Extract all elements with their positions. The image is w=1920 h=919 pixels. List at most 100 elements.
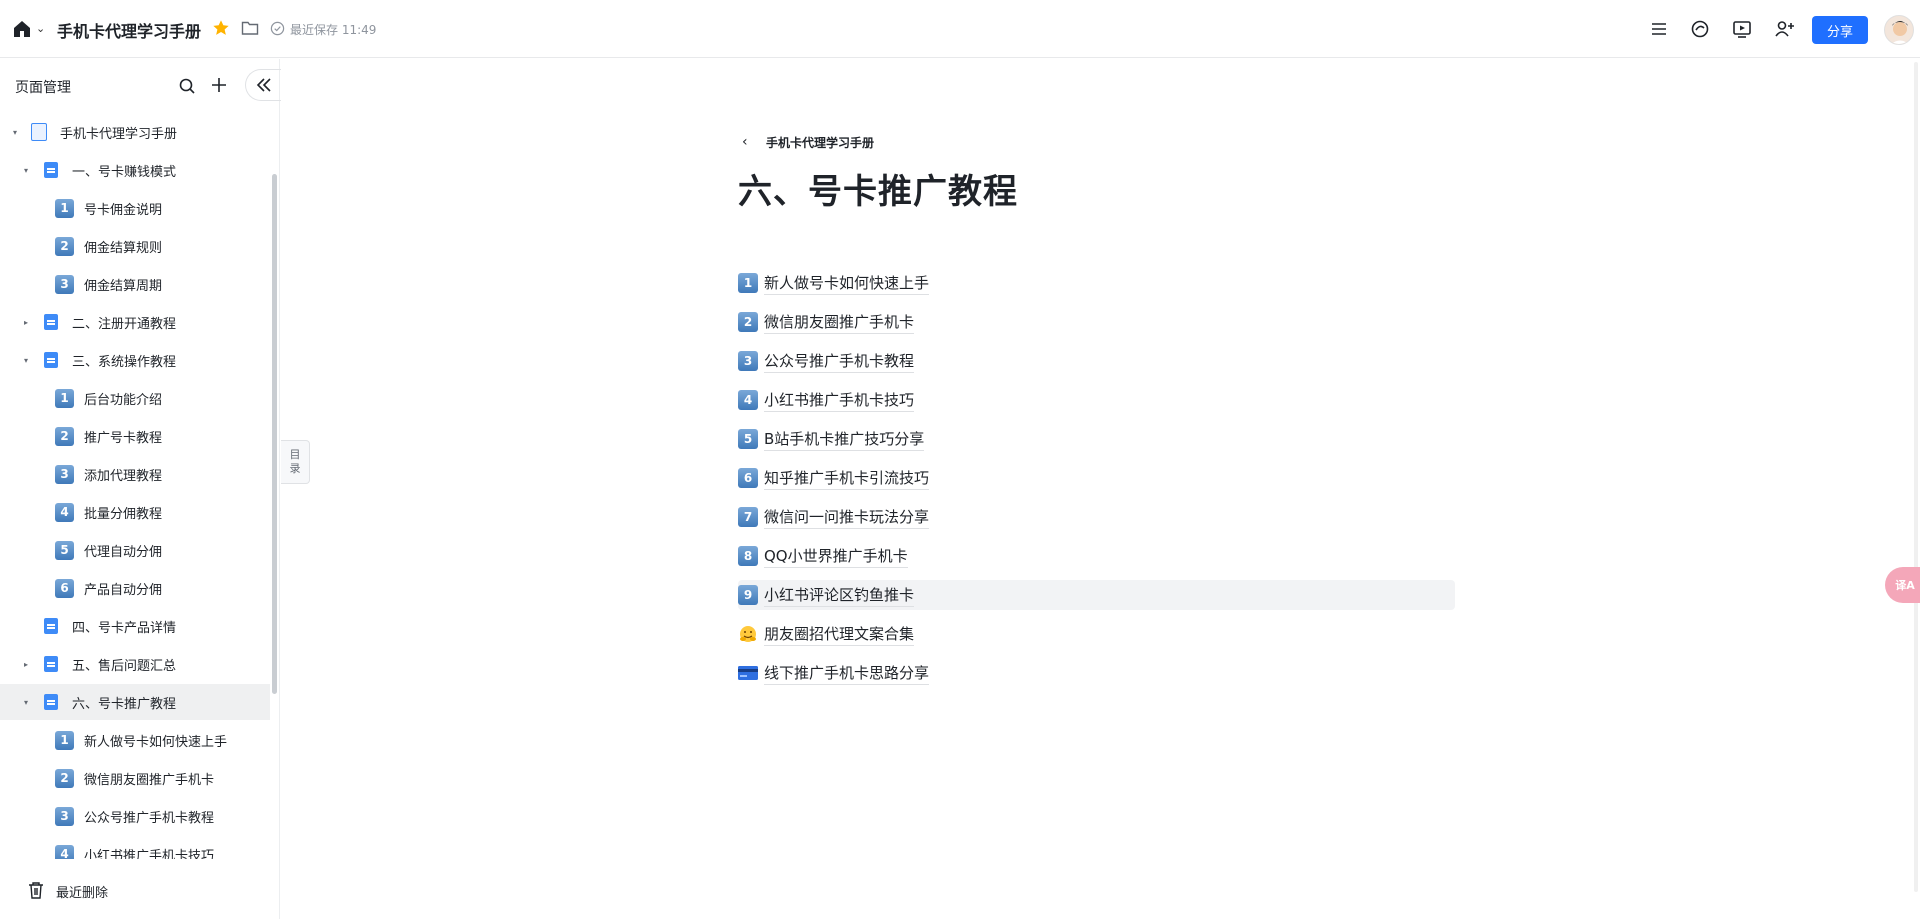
- keycap-number-icon: 5: [738, 429, 758, 449]
- tree-item[interactable]: ▾ 手机卡代理学习手册: [0, 114, 270, 150]
- tree-item[interactable]: ▾ 六、号卡推广教程: [0, 684, 270, 720]
- tree-item[interactable]: 6 产品自动分佣: [0, 570, 270, 606]
- subpage-link-label: 小红书评论区钓鱼推卡: [764, 584, 915, 607]
- tree-item[interactable]: ▾ 三、系统操作教程: [0, 342, 270, 378]
- caret-right-icon[interactable]: ▸: [24, 318, 28, 327]
- folder-icon[interactable]: [241, 20, 259, 36]
- doc-title[interactable]: 手机卡代理学习手册: [57, 18, 201, 42]
- tree-item[interactable]: 四、号卡产品详情: [0, 608, 270, 644]
- tree-item[interactable]: ▾ 一、号卡赚钱模式: [0, 152, 270, 188]
- tree-item-label: 三、系统操作教程: [72, 354, 177, 370]
- caret-right-icon[interactable]: ▸: [24, 660, 28, 669]
- toc-tab-line2: 录: [289, 462, 301, 475]
- recent-delete[interactable]: 最近删除: [0, 859, 280, 919]
- keycap-number-icon: 3: [55, 806, 74, 826]
- translate-button[interactable]: 译A: [1885, 567, 1920, 603]
- keycap-number-icon: 1: [55, 198, 74, 218]
- tree-item-label: 公众号推广手机卡教程: [84, 810, 215, 826]
- subpage-link[interactable]: 2 微信朋友圈推广手机卡: [738, 307, 1455, 337]
- subpage-link-label: 知乎推广手机卡引流技巧: [764, 467, 930, 490]
- avatar[interactable]: [1884, 15, 1914, 45]
- tree-item[interactable]: 2 佣金结算规则: [0, 228, 270, 264]
- collapse-sidebar-button[interactable]: [245, 69, 281, 101]
- tree-item[interactable]: 1 号卡佣金说明: [0, 190, 270, 226]
- tree-item-label: 二、注册开通教程: [72, 316, 177, 332]
- sidebar-scrollbar[interactable]: [272, 174, 277, 694]
- add-user-icon[interactable]: [1773, 18, 1795, 40]
- subpage-link[interactable]: 6 知乎推广手机卡引流技巧: [738, 463, 1455, 493]
- star-icon[interactable]: [212, 19, 230, 37]
- keycap-number-icon: 1: [55, 388, 74, 408]
- recent-delete-label: 最近删除: [56, 886, 109, 901]
- search-icon[interactable]: [178, 77, 196, 95]
- subpage-link-label: QQ小世界推广手机卡: [764, 545, 908, 568]
- caret-down-icon[interactable]: ▾: [24, 356, 28, 365]
- sidebar: 页面管理 ▾ 手机卡代理学习手册 ▾ 一、号卡赚钱模式 1 号卡佣金说明 2 佣金结算规则 3 佣…: [0, 59, 281, 919]
- tree-item-label: 佣金结算规则: [84, 240, 163, 256]
- home-icon[interactable]: [12, 19, 32, 39]
- subpage-link[interactable]: 4 小红书推广手机卡技巧: [738, 385, 1455, 415]
- toc-tab-line1: 目: [289, 448, 301, 461]
- tree-item[interactable]: 1 后台功能介绍: [0, 380, 270, 416]
- tree-item-label: 产品自动分佣: [84, 582, 163, 598]
- tree-item-label: 手机卡代理学习手册: [60, 126, 178, 142]
- subpage-link[interactable]: 5 B站手机卡推广技巧分享: [738, 424, 1455, 454]
- chevron-left-icon[interactable]: ‹: [742, 134, 748, 150]
- subpage-link[interactable]: 3 公众号推广手机卡教程: [738, 346, 1455, 376]
- tree-item[interactable]: 1 新人做号卡如何快速上手: [0, 722, 270, 758]
- subpage-link[interactable]: 8 QQ小世界推广手机卡: [738, 541, 1455, 571]
- share-button[interactable]: 分享: [1812, 16, 1868, 44]
- check-circle-icon: [270, 21, 285, 36]
- subpage-link[interactable]: 1 新人做号卡如何快速上手: [738, 268, 1455, 298]
- subpage-link-label: 朋友圈招代理文案合集: [764, 623, 915, 646]
- page-tree: ▾ 手机卡代理学习手册 ▾ 一、号卡赚钱模式 1 号卡佣金说明 2 佣金结算规则 3 佣金结算周期…: [0, 114, 270, 859]
- tree-item[interactable]: 3 添加代理教程: [0, 456, 270, 492]
- keycap-number-icon: 3: [55, 274, 74, 294]
- doc-icon: [44, 618, 58, 634]
- tree-item-label: 小红书推广手机卡技巧: [84, 848, 215, 860]
- plus-icon[interactable]: [209, 75, 229, 95]
- subpage-link[interactable]: 线下推广手机卡思路分享: [738, 658, 1455, 688]
- page-title: 六、号卡推广教程: [738, 172, 1018, 212]
- keycap-number-icon: 1: [738, 273, 758, 293]
- subpage-link[interactable]: 7 微信问一问推卡玩法分享: [738, 502, 1455, 532]
- tree-item[interactable]: 2 推广号卡教程: [0, 418, 270, 454]
- double-chevron-left-icon: [256, 78, 271, 92]
- subpage-link-label: 新人做号卡如何快速上手: [764, 272, 930, 295]
- caret-down-icon[interactable]: ▾: [24, 166, 28, 175]
- breadcrumb[interactable]: 手机卡代理学习手册: [766, 134, 874, 151]
- tree-item-label: 推广号卡教程: [84, 430, 163, 446]
- keycap-number-icon: 4: [55, 844, 74, 859]
- tree-item[interactable]: 3 佣金结算周期: [0, 266, 270, 302]
- tree-item[interactable]: 5 代理自动分佣: [0, 532, 270, 568]
- save-status: 最近保存 11:49: [290, 23, 377, 37]
- page-scrollbar[interactable]: [1912, 58, 1920, 919]
- comment-icon[interactable]: [1689, 18, 1711, 40]
- toc-tab[interactable]: 目 录: [281, 440, 310, 484]
- tree-item[interactable]: 3 公众号推广手机卡教程: [0, 798, 270, 834]
- keycap-number-icon: 9: [738, 585, 758, 605]
- tree-item[interactable]: 4 小红书推广手机卡技巧: [0, 836, 270, 859]
- subpage-link-label: B站手机卡推广技巧分享: [764, 428, 925, 451]
- caret-down-icon[interactable]: ▾: [13, 128, 17, 137]
- keycap-number-icon: 7: [738, 507, 758, 527]
- subpage-link-label: 微信问一问推卡玩法分享: [764, 506, 930, 529]
- subpage-link[interactable]: 9 小红书评论区钓鱼推卡: [738, 580, 1455, 610]
- tree-item-label: 微信朋友圈推广手机卡: [84, 772, 215, 788]
- present-icon[interactable]: [1731, 18, 1753, 40]
- tree-item[interactable]: ▸ 五、售后问题汇总: [0, 646, 270, 682]
- tree-item[interactable]: 2 微信朋友圈推广手机卡: [0, 760, 270, 796]
- tree-item-label: 代理自动分佣: [84, 544, 163, 560]
- tree-item-label: 佣金结算周期: [84, 278, 163, 294]
- tree-item[interactable]: 4 批量分佣教程: [0, 494, 270, 530]
- keycap-number-icon: 6: [738, 468, 758, 488]
- chevron-down-icon[interactable]: ⌄: [36, 22, 45, 35]
- subpage-link-label: 小红书推广手机卡技巧: [764, 389, 915, 412]
- hugging-face-icon: [738, 624, 758, 644]
- caret-down-icon[interactable]: ▾: [24, 698, 28, 707]
- tree-item-label: 五、售后问题汇总: [72, 658, 177, 674]
- subpage-link[interactable]: 朋友圈招代理文案合集: [738, 619, 1455, 649]
- tree-item[interactable]: ▸ 二、注册开通教程: [0, 304, 270, 340]
- outline-icon[interactable]: [1648, 18, 1670, 40]
- doc-icon: [44, 656, 58, 672]
